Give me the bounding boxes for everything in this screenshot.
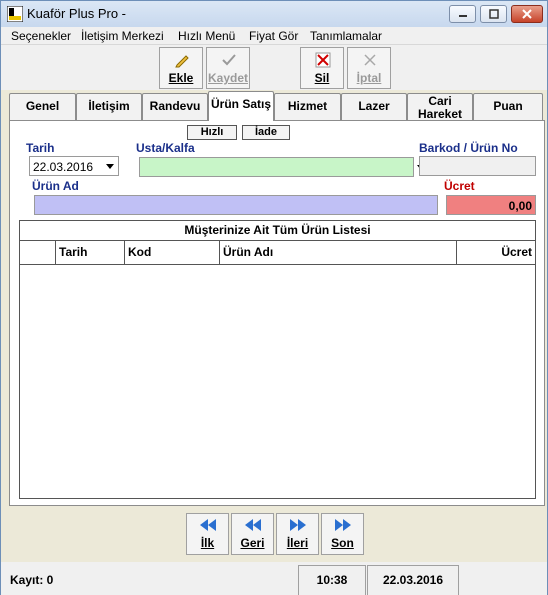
tab-communication[interactable]: İletişim: [76, 93, 142, 120]
menu-options[interactable]: Seçenekler: [11, 29, 71, 43]
barcode-label: Barkod / Ürün No: [419, 141, 518, 155]
price-value: 0,00: [508, 199, 532, 213]
tab-points[interactable]: Puan: [473, 93, 543, 120]
tab-strip: Genel İletişim Randevu Ürün Satış Hizmet…: [9, 91, 545, 121]
column-header-price[interactable]: Ücret: [457, 241, 535, 265]
column-header-date[interactable]: Tarih: [56, 241, 125, 265]
product-label: Ürün Ad: [32, 179, 79, 193]
date-picker[interactable]: 22.03.2016: [29, 156, 119, 176]
cancel-x-icon: [364, 54, 376, 66]
stylist-label: Usta/Kalfa: [136, 141, 195, 155]
arrow-right-icon: [290, 519, 306, 531]
app-icon: [6, 5, 24, 23]
stylist-combobox[interactable]: [139, 157, 425, 177]
arrow-left-icon: [245, 519, 261, 531]
quick-button[interactable]: Hızlı: [187, 125, 237, 140]
window-title: Kuaför Plus Pro -: [27, 6, 126, 21]
title-bar: Kuaför Plus Pro -: [1, 1, 547, 27]
chevron-down-icon: [106, 164, 114, 169]
close-button[interactable]: [511, 5, 543, 23]
last-record-button[interactable]: Son: [321, 513, 364, 555]
menu-definitions[interactable]: Tanımlamalar: [310, 29, 382, 43]
menu-quick-menu[interactable]: Hızlı Menü: [178, 29, 235, 43]
menu-communication-center[interactable]: İletişim Merkezi: [81, 29, 164, 43]
first-record-button[interactable]: İlk: [186, 513, 229, 555]
minimize-button[interactable]: [449, 5, 476, 23]
column-header-code[interactable]: Kod: [125, 241, 220, 265]
record-count: Kayıt: 0: [10, 573, 54, 587]
product-list-grid[interactable]: Müşterinize Ait Tüm Ürün Listesi Tarih K…: [19, 220, 536, 499]
close-icon: [522, 9, 532, 19]
save-button[interactable]: Kaydet: [206, 47, 250, 89]
tab-service[interactable]: Hizmet: [274, 93, 341, 120]
maximize-icon: [488, 9, 499, 19]
previous-record-button[interactable]: Geri: [231, 513, 274, 555]
price-label: Ücret: [444, 179, 475, 193]
status-date: 22.03.2016: [367, 565, 459, 595]
status-time: 10:38: [298, 565, 366, 595]
product-sales-panel: Hızlı İade Tarih 22.03.2016 Usta/Kalfa B…: [9, 120, 545, 506]
cancel-button[interactable]: İptal: [347, 47, 391, 89]
toolbar: Ekle Kaydet Sil İptal: [1, 45, 547, 90]
price-input[interactable]: 0,00: [446, 195, 536, 215]
delete-x-icon: [315, 52, 331, 68]
menu-bar: Seçenekler İletişim Merkezi Hızlı Menü F…: [1, 27, 547, 45]
checkmark-icon: [222, 54, 236, 66]
column-header-product-name[interactable]: Ürün Adı: [220, 241, 457, 265]
tab-product-sales[interactable]: Ürün Satış: [208, 91, 274, 121]
app-window: Kuaför Plus Pro - Seçenekler İletişim Me…: [0, 0, 548, 595]
tab-account-transactions[interactable]: Cari Hareket: [407, 93, 473, 120]
next-record-button[interactable]: İleri: [276, 513, 319, 555]
record-navigation: İlk Geri İleri Son: [186, 513, 366, 555]
return-button[interactable]: İade: [242, 125, 290, 140]
list-title: Müşterinize Ait Tüm Ürün Listesi: [20, 221, 535, 241]
double-arrow-left-icon: [200, 519, 216, 531]
date-value: 22.03.2016: [33, 160, 94, 174]
double-arrow-right-icon: [335, 519, 351, 531]
tab-general[interactable]: Genel: [9, 93, 76, 120]
add-button[interactable]: Ekle: [159, 47, 203, 89]
delete-button[interactable]: Sil: [300, 47, 344, 89]
maximize-button[interactable]: [480, 5, 507, 23]
menu-price-view[interactable]: Fiyat Gör: [249, 29, 298, 43]
minimize-icon: [458, 15, 467, 17]
date-label: Tarih: [26, 141, 55, 155]
status-bar: Kayıt: 0 10:38 22.03.2016: [1, 562, 547, 595]
tab-appointment[interactable]: Randevu: [142, 93, 208, 120]
column-header-selector[interactable]: [20, 241, 56, 265]
tab-laser[interactable]: Lazer: [341, 93, 407, 120]
pencil-icon: [175, 55, 189, 68]
barcode-input[interactable]: [419, 156, 536, 176]
product-name-input[interactable]: [34, 195, 438, 215]
